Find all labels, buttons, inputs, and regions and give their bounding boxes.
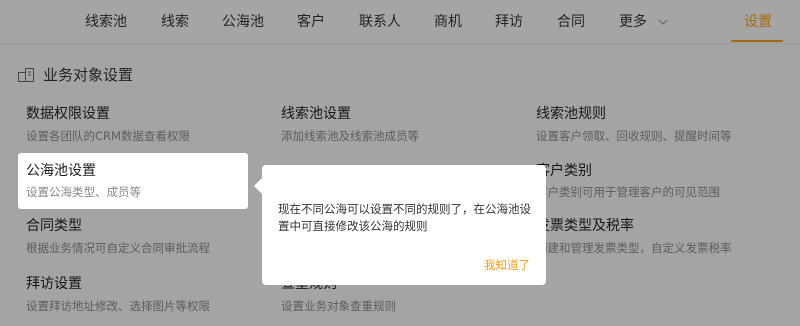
settings-page: 线索池 线索 公海池 客户 联系人 商机 拜访 合同 更多 设置 业务对象设置 … (0, 0, 800, 326)
got-it-button[interactable]: 我知道了 (484, 257, 530, 273)
tooltip-text: 现在不同公海可以设置不同的规则了，在公海池设置中可直接修改该公海的规则 (278, 202, 531, 233)
public-pool-settings-desc: 设置公海类型、成员等 (26, 185, 141, 199)
public-pool-settings-card[interactable]: 公海池设置 设置公海类型、成员等 (18, 153, 248, 209)
public-pool-settings-title: 公海池设置 (26, 163, 96, 179)
guide-tooltip: 现在不同公海可以设置不同的规则了，在公海池设置中可直接修改该公海的规则 我知道了 (262, 165, 546, 285)
